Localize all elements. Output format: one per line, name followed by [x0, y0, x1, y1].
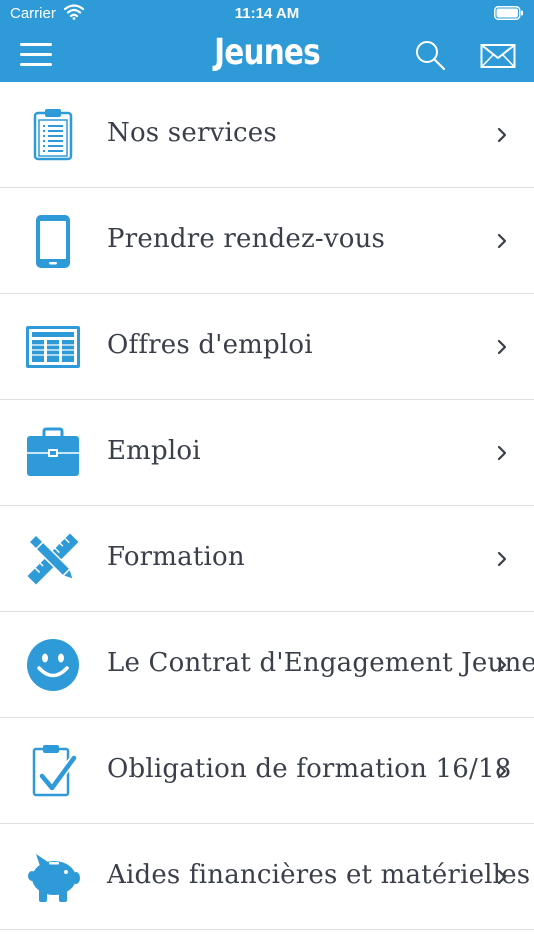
menu-item-label: Obligation de formation 16/18 [107, 754, 512, 784]
chevron-right-icon [497, 233, 507, 249]
chevron-right-icon [497, 657, 507, 673]
piggy-bank-icon [28, 854, 80, 902]
menu-item-label: Aides financières et matérielles [107, 860, 531, 890]
menu-item-label: Prendre rendez-vous [107, 224, 386, 254]
newspaper-icon [26, 326, 80, 368]
menu-item-prendre-rendez-vous[interactable]: Prendre rendez-vous [0, 188, 534, 294]
menu-item-aides-financieres[interactable]: Aides financières et matérielles [0, 824, 534, 930]
checklist-icon [32, 745, 78, 797]
chevron-right-icon [497, 551, 507, 567]
status-time: 11:14 AM [234, 5, 300, 22]
menu-item-label: Nos services [107, 118, 277, 148]
menu-item-label: Emploi [107, 436, 201, 466]
smartphone-icon [36, 215, 70, 268]
clipboard-icon [33, 109, 73, 161]
menu-item-label: Le Contrat d'Engagement Jeune [107, 648, 534, 678]
chevron-right-icon [497, 339, 507, 355]
chevron-right-icon [497, 127, 507, 143]
menu-item-label: Formation [107, 542, 245, 572]
status-bar: Carrier 11:14 AM [0, 0, 534, 28]
briefcase-icon [27, 427, 79, 476]
menu-list: Nos services Prendre rendez-vous Offres … [0, 82, 534, 930]
navigation-bar: Jeunes [0, 28, 534, 82]
search-icon[interactable] [414, 39, 448, 73]
pencil-ruler-icon [27, 533, 79, 585]
battery-icon [494, 6, 523, 20]
menu-item-contrat-engagement-jeune[interactable]: Le Contrat d'Engagement Jeune [0, 612, 534, 718]
menu-item-obligation-formation[interactable]: Obligation de formation 16/18 [0, 718, 534, 824]
smiley-icon [27, 639, 79, 691]
menu-item-emploi[interactable]: Emploi [0, 400, 534, 506]
menu-item-formation[interactable]: Formation [0, 506, 534, 612]
mail-icon[interactable] [480, 42, 516, 70]
menu-item-label: Offres d'emploi [107, 330, 313, 360]
menu-item-offres-emploi[interactable]: Offres d'emploi [0, 294, 534, 400]
chevron-right-icon [497, 445, 507, 461]
menu-item-nos-services[interactable]: Nos services [0, 82, 534, 188]
chevron-right-icon [497, 763, 507, 779]
chevron-right-icon [497, 869, 507, 885]
